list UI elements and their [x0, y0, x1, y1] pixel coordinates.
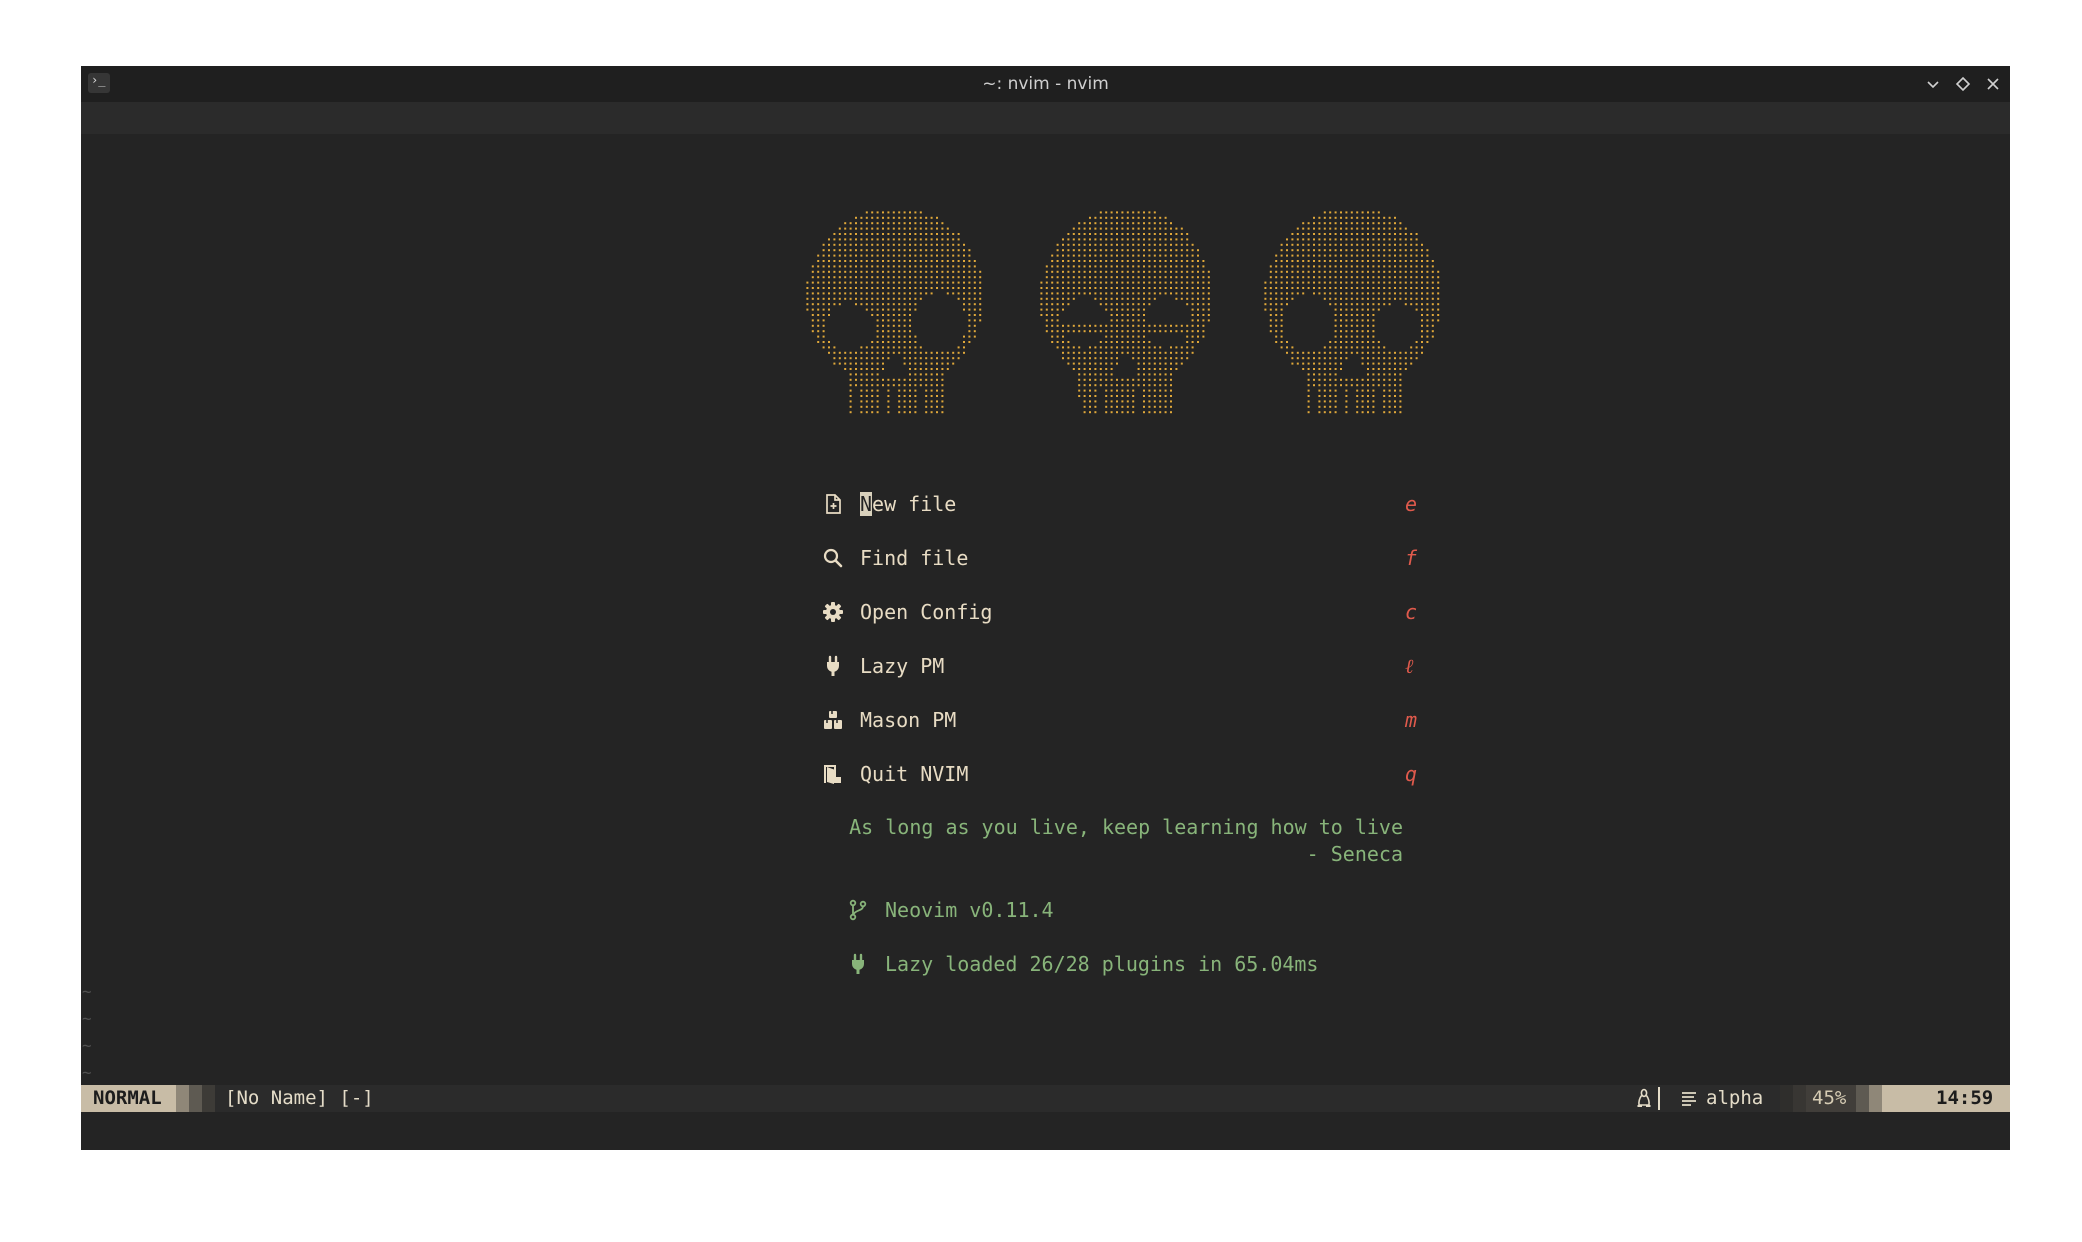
menu-label: Lazy PM: [860, 654, 945, 678]
menu-label-rest: ew file: [872, 492, 957, 516]
packages-icon: [824, 711, 842, 729]
statusline: NORMAL [No Name] [-] alpha 45% 14:59: [81, 1085, 2010, 1112]
menu-open-config[interactable]: Open Config c: [741, 594, 1441, 630]
new-file-icon: [826, 494, 841, 514]
menu-label: Find file: [860, 546, 969, 570]
filetype: alpha: [1706, 1087, 1764, 1109]
terminal-window: ›_ ~: nvim - nvim New file e Find file f: [81, 66, 2010, 1150]
file-progress: 45%: [1812, 1087, 1847, 1109]
statusline-divider: [1658, 1087, 1660, 1110]
progress-separator: [1793, 1085, 1806, 1112]
empty-line-tilde: ~: [82, 1063, 92, 1082]
menu-label: Mason PM: [860, 708, 957, 732]
plug-icon: [827, 655, 839, 676]
mode-separator: [202, 1085, 215, 1112]
empty-line-tilde: ~: [82, 1036, 92, 1055]
buffer-name: [No Name] [-]: [225, 1087, 374, 1109]
plug-icon: [852, 953, 864, 974]
menu-key: e: [1405, 492, 1418, 516]
menu-lazy-pm[interactable]: Lazy PM ℓ: [741, 648, 1441, 684]
lines-icon: [1682, 1092, 1696, 1106]
menu-key: q: [1405, 762, 1418, 786]
git-branch-icon: [849, 899, 867, 921]
skull-middle: [1040, 211, 1210, 414]
menu-key: c: [1405, 600, 1418, 624]
quote-text: As long as you live, keep learning how t…: [849, 815, 1403, 839]
exit-icon: [824, 765, 841, 784]
time-separator: [1856, 1085, 1869, 1112]
lazy-stats-text: Lazy loaded 26/28 plugins in 65.04ms: [885, 952, 1319, 976]
mode-separator: [189, 1085, 202, 1112]
mode-indicator: NORMAL: [81, 1085, 176, 1112]
skulls-ascii-art: [806, 211, 1440, 414]
menu-quit-nvim[interactable]: Quit NVIM q: [741, 756, 1441, 792]
version-text: Neovim v0.11.4: [885, 898, 1054, 922]
mode-separator: [176, 1085, 189, 1112]
gear-icon: [823, 602, 843, 622]
menu-key: m: [1405, 708, 1418, 732]
menu-find-file[interactable]: Find file f: [741, 540, 1441, 576]
menu-key: ℓ: [1405, 654, 1414, 678]
menu-label: Open Config: [860, 600, 993, 624]
progress-separator: [1780, 1085, 1793, 1112]
skull-left: [806, 211, 982, 414]
linux-icon: [1637, 1088, 1651, 1107]
search-icon: [823, 548, 843, 568]
time-separator: [1869, 1085, 1882, 1112]
text-cursor: N: [860, 492, 873, 516]
empty-line-tilde: ~: [82, 1009, 92, 1028]
skull-right: [1264, 211, 1440, 414]
menu-new-file[interactable]: New file e: [741, 486, 1441, 522]
command-line[interactable]: [81, 1112, 2010, 1150]
menu-mason-pm[interactable]: Mason PM m: [741, 702, 1441, 738]
menu-key: f: [1405, 546, 1418, 570]
quote-author: - Seneca: [1306, 842, 1403, 866]
menu-label: Quit NVIM: [860, 762, 969, 786]
clock: 14:59: [1936, 1087, 1994, 1109]
empty-line-tilde: ~: [82, 982, 92, 1001]
